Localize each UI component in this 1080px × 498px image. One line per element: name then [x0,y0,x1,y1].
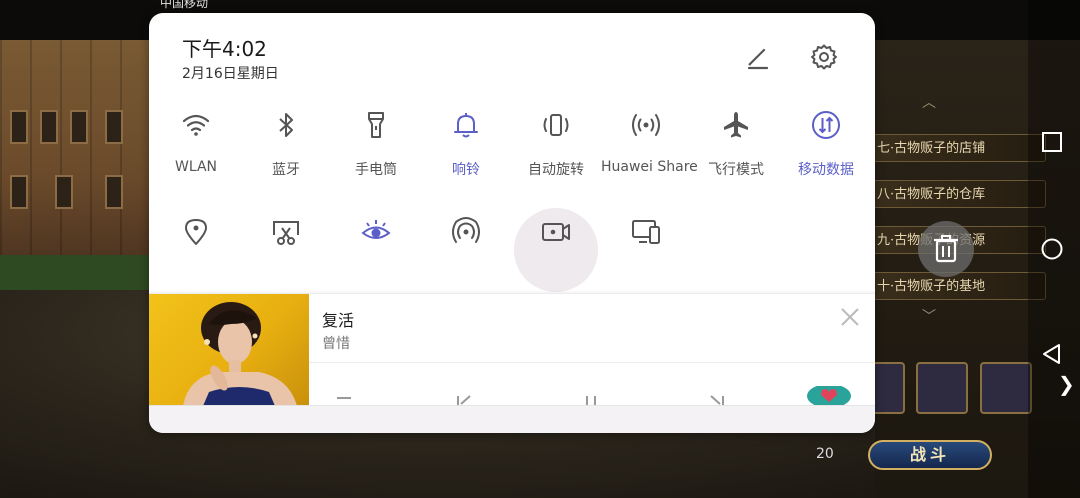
building-window [40,110,58,144]
side-expand-icon[interactable]: ❯ [1058,372,1078,402]
huawei-share-icon [632,114,660,136]
edit-pencil-icon[interactable] [744,44,772,72]
game-building [0,40,150,270]
back-triangle-icon[interactable] [1040,342,1064,366]
bell-icon [454,113,478,138]
home-circle-icon[interactable] [1040,237,1064,261]
album-art-portrait [183,302,297,406]
building-window [55,175,73,209]
screen-record-icon [542,223,570,241]
airplane-icon [724,112,748,138]
location-icon [185,219,207,245]
character-slot[interactable] [980,362,1032,414]
tile-huawei-share[interactable]: Huawei Share [601,109,698,175]
tile-mobile-data[interactable]: 移动数据 [781,109,871,179]
tile-location[interactable] [151,216,241,248]
character-slot[interactable] [916,362,968,414]
tile-label: 自动旋转 [528,162,584,178]
mobile-data-icon [812,111,840,139]
tile-multi-screen[interactable] [601,216,691,248]
media-divider [309,362,875,363]
quest-item[interactable]: 八·古物贩子的仓库 [868,180,1046,208]
flashlight-icon [368,112,384,138]
status-bar-carrier: 中国移动 [160,0,209,10]
quest-item[interactable]: 七·古物贩子的店铺 [868,134,1046,162]
tile-screenshot[interactable] [241,216,331,248]
clock-time: 下午4:02 [182,37,267,61]
building-window [10,175,28,209]
tile-label: 蓝牙 [272,162,300,178]
settings-gear-icon[interactable] [810,43,838,71]
tile-eye-comfort[interactable] [331,216,421,248]
building-window [10,110,28,144]
tile-label: 飞行模式 [708,162,764,178]
tile-auto-rotate[interactable]: 自动旋转 [511,109,601,179]
tile-bluetooth[interactable]: 蓝牙 [241,109,331,179]
media-notification[interactable]: 复活 曾惜 [149,293,875,408]
building-window [70,110,88,144]
building-window [105,175,123,209]
trash-icon [934,235,958,263]
tile-label: Huawei Share [601,159,698,175]
tile-flashlight[interactable]: 手电筒 [331,109,421,179]
clear-recents-button[interactable] [918,221,974,277]
tile-hotspot[interactable] [421,216,511,248]
song-artist: 曾惜 [322,336,350,352]
tile-wlan[interactable]: WLAN [151,109,241,175]
tile-airplane[interactable]: 飞行模式 [691,109,781,179]
wifi-icon [182,114,210,136]
screenshot-icon [273,221,299,245]
tile-label: 响铃 [452,162,480,178]
stacked-notification-edge [149,405,875,433]
quest-scroll-down-icon[interactable]: ﹀ [922,306,936,326]
battle-button[interactable]: 战斗 [868,440,992,470]
tile-label: WLAN [174,159,217,175]
tile-ringer[interactable]: 响铃 [421,109,511,179]
close-icon[interactable] [839,306,861,328]
hotspot-icon [452,217,480,243]
multi-screen-icon [632,220,660,244]
song-title: 复活 [322,311,355,330]
tile-label: 移动数据 [798,162,854,178]
recents-square-icon[interactable] [1040,130,1064,154]
gem-count: 20 [816,446,834,462]
game-hedge [0,255,150,295]
auto-rotate-icon [543,114,569,136]
eye-comfort-icon [361,220,391,239]
tile-screen-record[interactable] [511,216,601,248]
bluetooth-icon [279,113,293,137]
clock-date: 2月16日星期日 [182,66,279,82]
tile-label: 手电筒 [355,162,397,178]
quest-scroll-up-icon[interactable]: ︿ [922,92,936,112]
building-window [105,110,123,144]
album-art [149,294,309,406]
notification-panel: 下午4:02 2月16日星期日 WLAN 蓝牙 手电筒 响铃 自动旋转 Huaw… [149,13,875,433]
